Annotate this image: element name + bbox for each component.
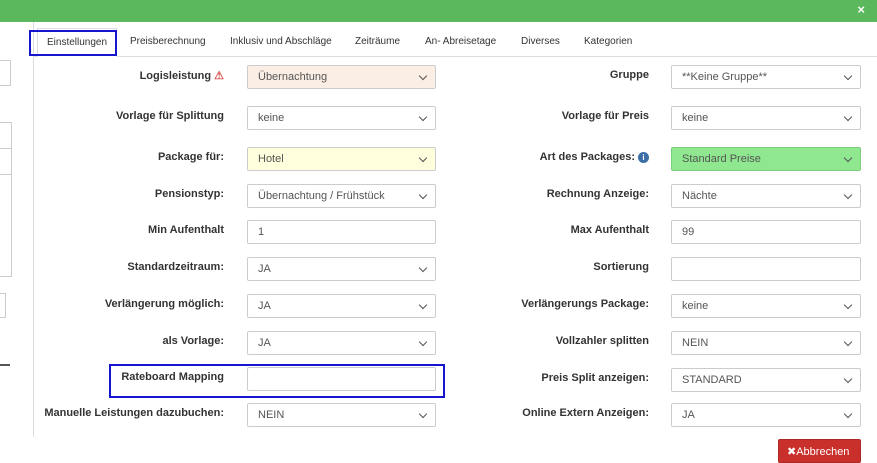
background-page <box>0 22 33 437</box>
modal-header: × <box>0 0 877 22</box>
als-vorlage-select[interactable]: JA <box>247 331 436 355</box>
tab-diverses[interactable]: Diverses <box>521 36 560 47</box>
tab-inklusiv-abschlaege[interactable]: Inklusiv und Abschläge <box>230 36 332 47</box>
cancel-label: Abbrechen <box>796 446 850 458</box>
verlaengerung-label: Verlängerung möglich: <box>104 298 224 310</box>
min-aufenthalt-label: Min Aufenthalt <box>148 224 224 236</box>
sortierung-label: Sortierung <box>593 261 649 273</box>
pensionstyp-label: Pensionstyp: <box>154 188 224 200</box>
sortierung-input[interactable] <box>671 257 861 281</box>
cancel-button[interactable]: ✖Abbrechen <box>778 439 861 463</box>
info-icon[interactable]: i <box>638 152 649 163</box>
background-input <box>0 60 11 86</box>
rechnung-anzeige-select[interactable]: Nächte <box>671 184 861 208</box>
verlaengerungs-package-select[interactable]: keine <box>671 294 861 318</box>
max-aufenthalt-label: Max Aufenthalt <box>570 224 649 236</box>
warning-icon: ⚠ <box>214 70 224 82</box>
preis-split-label: Preis Split anzeigen: <box>541 372 649 384</box>
art-package-label: Art des Packages: i <box>474 151 649 163</box>
pensionstyp-select[interactable]: Übernachtung / Frühstück <box>247 184 436 208</box>
highlight-tab-box <box>29 30 117 56</box>
vollzahler-select[interactable]: NEIN <box>671 331 861 355</box>
background-divider <box>0 148 12 149</box>
gruppe-select[interactable]: **Keine Gruppe** <box>671 65 861 89</box>
vorlage-preis-label: Vorlage für Preis <box>561 110 649 122</box>
highlight-rateboard-box <box>109 364 445 398</box>
online-extern-select[interactable]: JA <box>671 403 861 427</box>
close-icon[interactable]: × <box>857 2 865 17</box>
manuelle-leistungen-label: Manuelle Leistungen dazubuchen: <box>44 407 224 419</box>
verlaengerung-select[interactable]: JA <box>247 294 436 318</box>
tab-kategorien[interactable]: Kategorien <box>584 36 632 47</box>
vorlage-splittung-select[interactable]: keine <box>247 106 436 130</box>
rechnung-anzeige-label: Rechnung Anzeige: <box>546 188 649 200</box>
background-list <box>0 122 12 277</box>
tab-bar: Einstellungen Preisberechnung Inklusiv u… <box>34 22 877 57</box>
vorlage-splittung-label: Vorlage für Splittung <box>116 110 224 122</box>
gruppe-label: Gruppe <box>609 69 649 81</box>
background-divider <box>0 364 10 366</box>
als-vorlage-label: als Vorlage: <box>162 335 224 347</box>
background-divider <box>0 174 12 175</box>
min-aufenthalt-input[interactable]: 1 <box>247 220 436 244</box>
preis-split-select[interactable]: STANDARD <box>671 368 861 392</box>
standardzeitraum-label: Standardzeitraum: <box>127 261 224 273</box>
tab-preisberechnung[interactable]: Preisberechnung <box>130 36 206 47</box>
max-aufenthalt-input[interactable]: 99 <box>671 220 861 244</box>
package-fuer-select[interactable]: Hotel <box>247 147 436 171</box>
tab-an-abreisetage[interactable]: An- Abreisetage <box>425 36 496 47</box>
logisleistung-label: Logisleistung ⚠ <box>139 70 224 82</box>
logisleistung-select[interactable]: Übernachtung <box>247 65 436 89</box>
tab-zeitraeume[interactable]: Zeiträume <box>355 36 400 47</box>
manuelle-leistungen-select[interactable]: NEIN <box>247 403 436 427</box>
art-package-select[interactable]: Standard Preise <box>671 147 861 171</box>
vollzahler-label: Vollzahler splitten <box>555 335 649 347</box>
vorlage-preis-select[interactable]: keine <box>671 106 861 130</box>
verlaengerungs-package-label: Verlängerungs Package: <box>521 298 649 310</box>
modal-footer <box>0 437 877 463</box>
background-button <box>0 293 6 318</box>
online-extern-label: Online Extern Anzeigen: <box>522 407 649 419</box>
close-icon: ✖ <box>787 446 797 458</box>
standardzeitraum-select[interactable]: JA <box>247 257 436 281</box>
package-fuer-label: Package für: <box>157 151 224 163</box>
